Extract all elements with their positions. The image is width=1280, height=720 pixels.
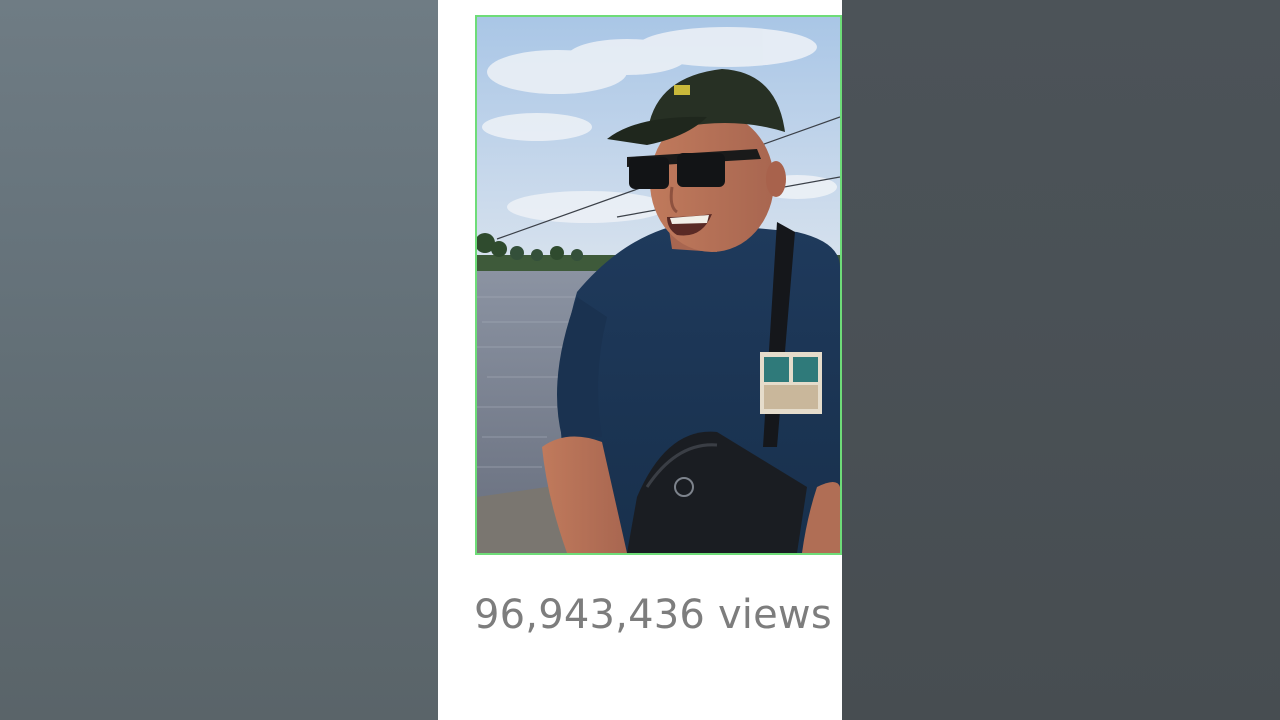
photo: [475, 15, 842, 555]
blurred-background-right: [842, 0, 1280, 720]
view-count: 96,943,436 views: [474, 592, 832, 638]
blurred-background-left: [0, 0, 438, 720]
video-frame: 96,943,436 views: [0, 0, 1280, 720]
